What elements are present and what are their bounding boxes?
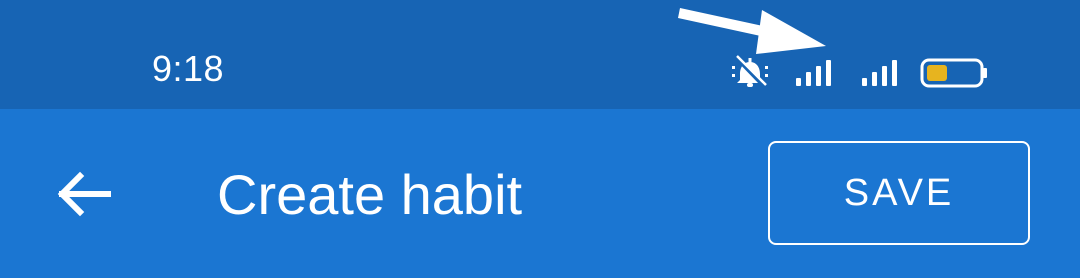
app-bar: Create habit SAVE <box>0 109 1080 278</box>
status-bar-time: 9:18 <box>152 48 225 89</box>
arrow-left-icon <box>57 171 111 217</box>
signal-icon <box>862 60 897 86</box>
back-button[interactable] <box>40 149 130 239</box>
signal-icon <box>796 60 831 86</box>
bell-off-icon <box>732 55 768 90</box>
status-icons <box>732 55 987 90</box>
page-title: Create habit <box>217 163 523 226</box>
save-button[interactable]: SAVE <box>768 141 1030 245</box>
status-bar: 9:18 <box>0 0 1080 109</box>
battery-icon <box>920 58 987 88</box>
annotation-arrow-icon <box>678 8 826 54</box>
